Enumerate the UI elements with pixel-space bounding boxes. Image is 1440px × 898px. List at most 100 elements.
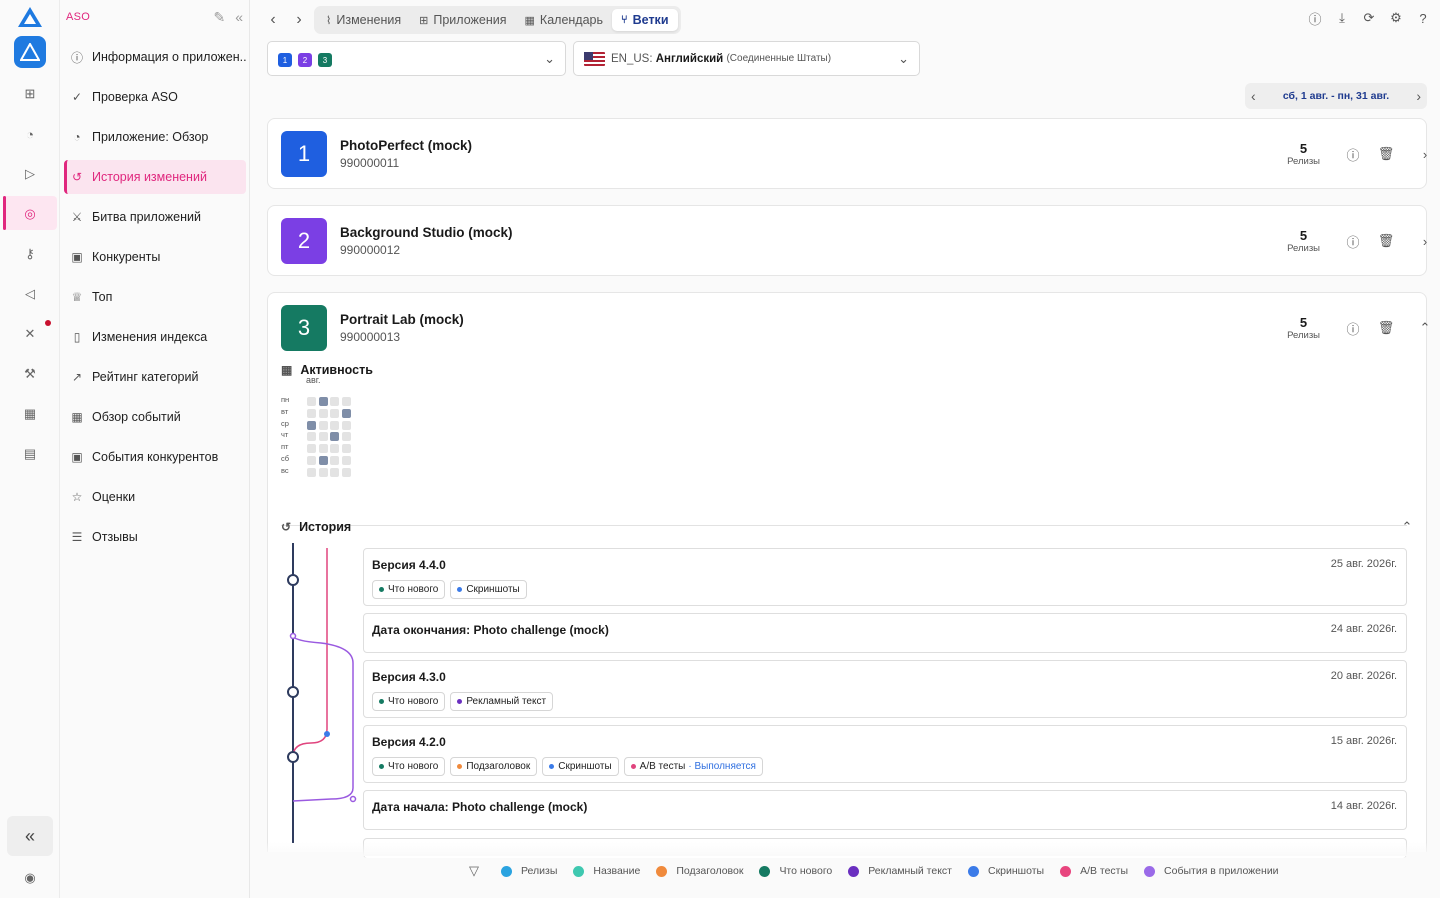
heatmap-cell[interactable] [318,397,328,406]
heatmap-cell[interactable] [307,408,316,418]
heatmap-cell[interactable] [307,467,316,477]
history-entry[interactable]: Версия 4.2.0 15 авг. 2026г. Что нового П… [363,725,1407,783]
refresh-icon[interactable]: ⟳ [1362,10,1376,25]
edit-icon[interactable]: ✎ [213,9,225,26]
heatmap-cell[interactable] [341,432,351,442]
heatmap-cell[interactable] [330,444,340,454]
heatmap-cell[interactable] [341,397,351,406]
tools-icon[interactable]: ✕ [20,324,40,344]
legend-item[interactable]: Что нового [759,865,832,877]
heatmap-cell[interactable] [330,467,340,477]
heatmap-cell[interactable] [307,456,316,465]
heatmap-cell[interactable] [307,420,316,430]
report-icon[interactable]: ▦ [20,404,40,424]
heatmap-cell[interactable] [318,444,328,454]
store-icon[interactable]: ▤ [20,444,40,464]
sidebar-item-index-changes[interactable]: ▯ Изменения индекса [64,320,246,354]
tab-changes[interactable]: ⌇ Изменения [317,9,410,31]
app-card[interactable]: 2 Background Studio (mock) 990000012 5 Ре… [267,205,1427,276]
heatmap-cell[interactable] [330,408,340,418]
heatmap-cell[interactable] [307,397,316,406]
app-selector[interactable]: 1 2 3 ⌄ [267,41,566,76]
heatmap-cell[interactable] [341,467,351,477]
history-entry[interactable]: Версия 4.4.0 25 авг. 2026г. Что нового С… [363,548,1407,606]
key-icon[interactable]: ⚷ [20,244,40,264]
sidebar-item-app-battle[interactable]: ⚔ Битва приложений [64,200,246,234]
legend-item[interactable]: Название [573,865,640,877]
sidebar-item-competitors[interactable]: ▣ Конкуренты [64,240,246,274]
heatmap-cell[interactable] [318,467,328,477]
history-entry[interactable]: Дата окончания: Photo challenge (mock) 2… [363,613,1407,653]
date-range-picker[interactable]: ‹ сб, 1 авг. - пн, 31 авг. › [1245,83,1427,109]
sidebar-item-change-history[interactable]: ↺ История изменений [64,160,246,194]
tab-apps[interactable]: ⊞ Приложения [410,9,515,31]
heatmap-cell[interactable] [341,408,351,418]
history-entry[interactable]: Дата начала: Photo challenge (mock) 14 а… [363,790,1407,830]
prev-range-icon[interactable]: ‹ [1251,88,1256,104]
legend-item[interactable]: Скриншоты [967,865,1044,877]
info-icon[interactable]: ⓘ [1308,11,1322,27]
back-arrow-icon[interactable]: ‹ [263,10,283,30]
tab-calendar[interactable]: ▦ Календарь [516,9,613,31]
legend-item[interactable]: A/B тесты [1060,865,1128,877]
heatmap-cell[interactable] [318,408,328,418]
forward-arrow-icon[interactable]: › [289,10,309,30]
collapse-rail-button[interactable]: « [7,816,53,856]
heatmap-cell[interactable] [318,456,328,465]
heatmap-cell[interactable] [318,420,328,430]
pie-chart-icon: ◔ [73,130,81,144]
sidebar-item-app-info[interactable]: ⓘ Информация о приложен... [64,40,246,74]
heatmap-cell[interactable] [341,444,351,454]
heatmap-cell[interactable] [330,432,340,442]
heatmap-cell[interactable] [341,420,351,430]
chevron-up-icon[interactable]: ⌃ [1400,519,1414,534]
megaphone-icon[interactable]: ◁ [20,284,40,304]
heatmap-cell[interactable] [330,397,340,406]
heatmap-cell[interactable] [307,432,316,442]
sidebar-item-aso-check[interactable]: ✓ Проверка ASO [64,80,246,114]
info-icon[interactable]: ⓘ [1346,321,1360,337]
info-icon[interactable]: ⓘ [1346,234,1360,250]
legend-item[interactable]: События в приложении [1144,865,1279,877]
sidebar-item-top[interactable]: ♕ Топ [64,280,246,314]
heatmap-cell[interactable] [307,444,316,454]
history-entry[interactable]: Версия 4.3.0 20 авг. 2026г. Что нового Р… [363,660,1407,718]
logo-icon[interactable] [17,6,43,28]
heatmap-cell[interactable] [341,456,351,465]
trash-icon[interactable]: 🗑 [1378,320,1395,335]
next-range-icon[interactable]: › [1416,88,1421,104]
apple-icon[interactable]: ◔ [20,124,40,144]
sidebar-item-events-overview[interactable]: ▦ Обзор событий [64,400,246,434]
sidebar-item-category-ranking[interactable]: ↗ Рейтинг категорий [64,360,246,394]
chevron-right-icon[interactable]: › [1418,147,1432,162]
trash-icon[interactable]: 🗑 [1378,146,1395,161]
legend-item[interactable]: Релизы [501,865,557,877]
sidebar-item-app-overview[interactable]: ◔ Приложение: Обзор [64,120,246,154]
locale-selector[interactable]: EN_US: Английский (Соединенные Штаты) ⌄ [573,41,920,76]
chevron-up-icon[interactable]: ⌃ [1418,320,1432,335]
filter-icon[interactable]: ▽ [469,863,479,879]
heatmap-cell[interactable] [318,432,328,442]
heatmap-cell[interactable] [330,420,340,430]
legend-item[interactable]: Подзаголовок [656,865,743,877]
app-card[interactable]: 1 PhotoPerfect (mock) 990000011 5 Релизы … [267,118,1427,189]
sidebar-item-reviews[interactable]: ☰ Отзывы [64,520,246,554]
xcode-icon[interactable]: ⚒ [20,364,40,384]
tab-branches[interactable]: ⑂ Ветки [612,9,678,31]
trash-icon[interactable]: 🗑 [1378,233,1395,248]
help-icon[interactable]: ? [1416,11,1430,26]
sidebar-item-competitor-events[interactable]: ▣ События конкурентов [64,440,246,474]
heatmap-cell[interactable] [330,456,340,465]
legend-item[interactable]: Рекламный текст [848,865,952,877]
info-icon[interactable]: ⓘ [1346,147,1360,163]
download-icon[interactable]: ⤓ [1335,10,1349,25]
app-icon[interactable] [14,36,46,68]
settings-icon[interactable]: ⚙ [1389,10,1403,25]
chevron-right-icon[interactable]: › [1418,234,1432,249]
sidebar-item-ratings[interactable]: ☆ Оценки [64,480,246,514]
play-store-icon[interactable]: ▷ [20,164,40,184]
apps-grid-icon[interactable]: ⊞ [20,84,40,104]
collapse-sidebar-icon[interactable]: « [235,9,243,26]
aso-icon[interactable]: ◎ [20,204,40,224]
user-icon[interactable]: ◉ [20,868,40,888]
